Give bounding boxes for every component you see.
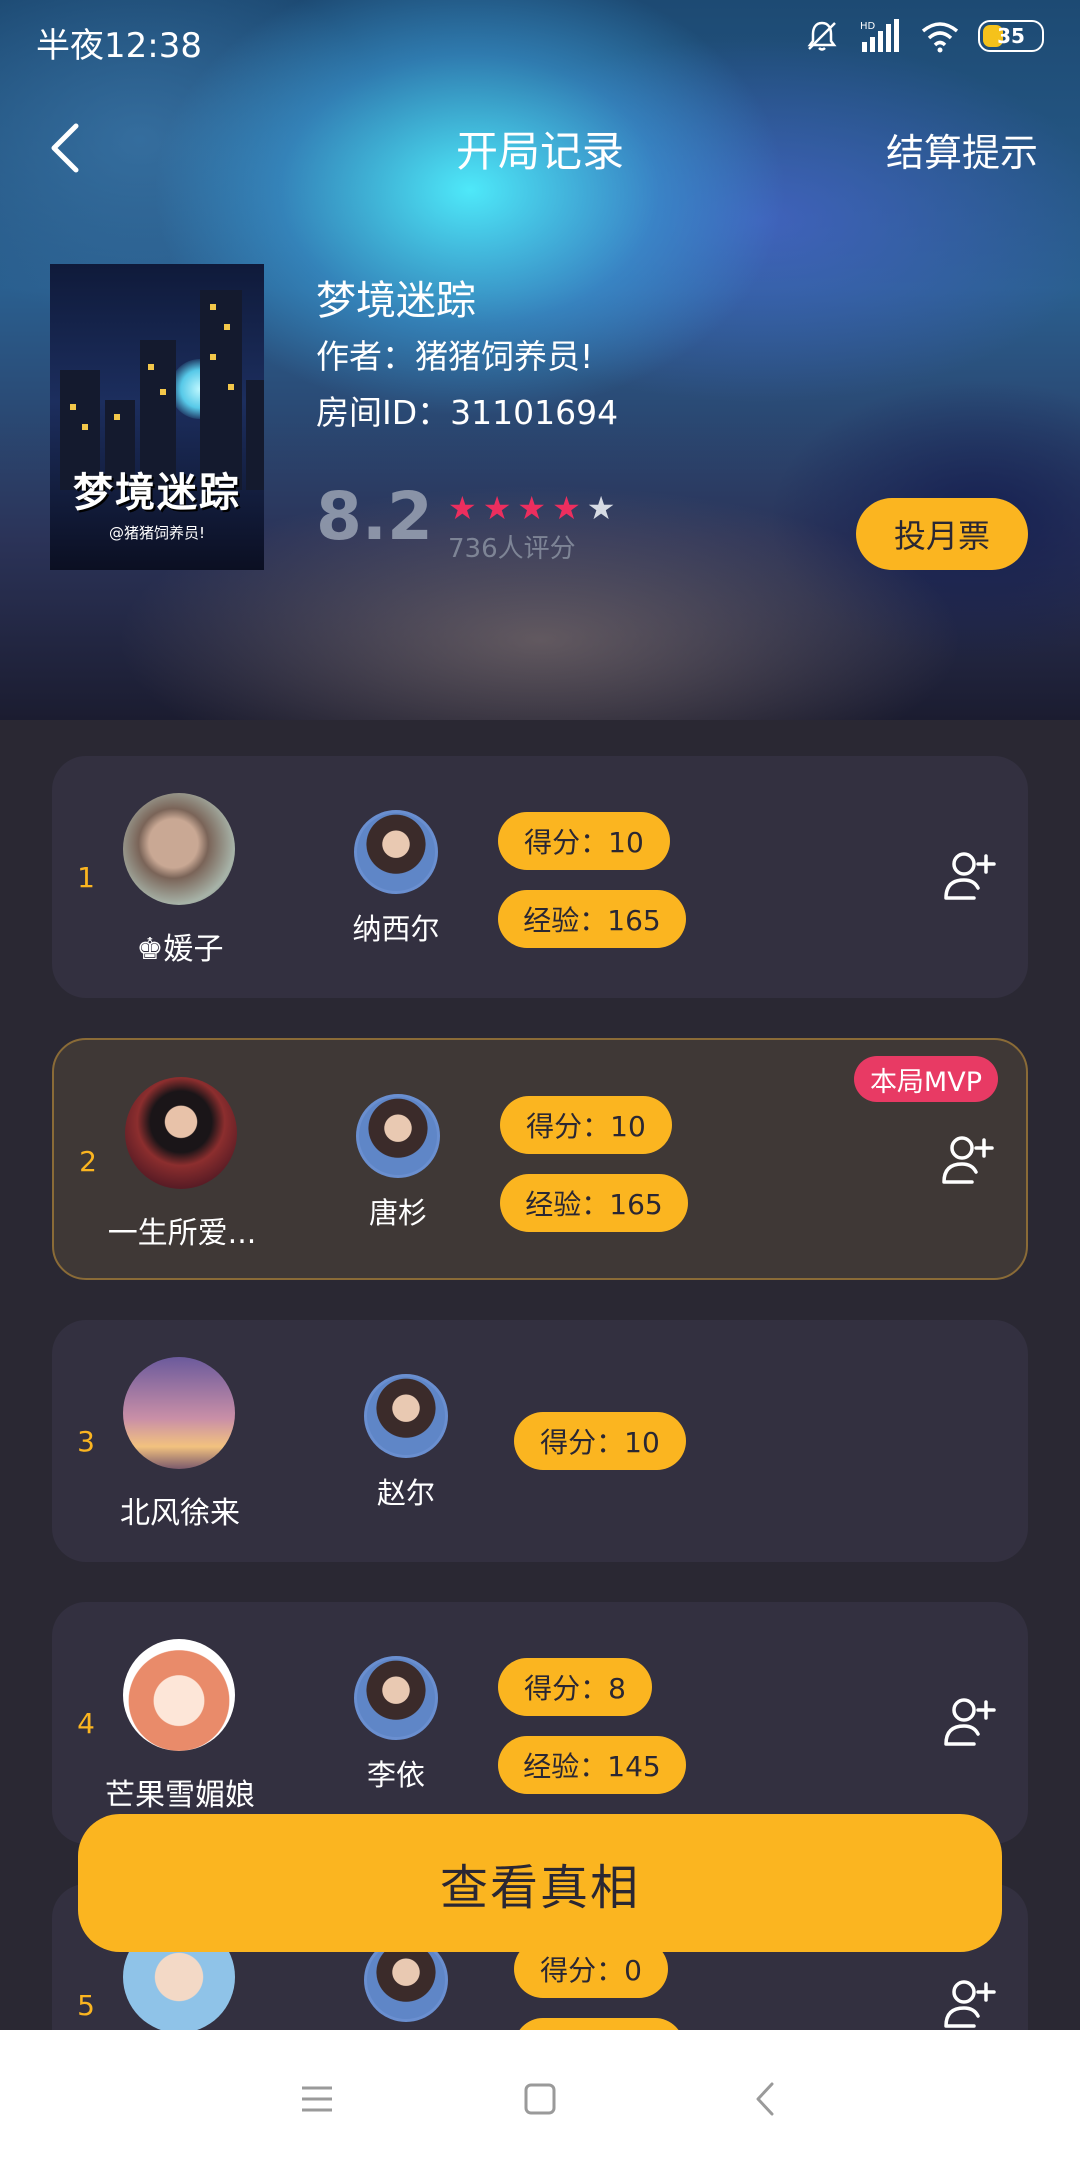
story-author: 作者：猪猪饲养员! (316, 337, 594, 376)
top-nav: 开局记录 结算提示 (0, 110, 1080, 180)
character-name: 李依 (366, 1758, 425, 1792)
add-friend-icon[interactable] (938, 1130, 998, 1190)
room-id: 房间ID：31101694 (316, 393, 619, 432)
player-card: 1 ♚媛子 纳西尔 得分：10 经验：165 (52, 756, 1028, 998)
svg-text:HD: HD (860, 21, 876, 32)
cover-author: @猪猪饲养员! (108, 524, 205, 542)
rating-count: 736人评分 (448, 534, 576, 564)
star-icon: ★ (552, 489, 581, 527)
score-pill: 得分：10 (500, 1096, 672, 1154)
back-icon[interactable] (742, 2074, 792, 2124)
rank-number: 3 (77, 1425, 95, 1458)
add-friend-icon[interactable] (940, 1692, 1000, 1752)
player-name: 一生所爱... (107, 1216, 257, 1251)
status-bar: 半夜12:38 HD 35 (0, 0, 1080, 76)
character-avatar (354, 1656, 438, 1740)
add-friend-icon[interactable] (940, 846, 1000, 906)
player-avatar[interactable] (123, 793, 235, 905)
cover-title: 梦境迷踪 (73, 470, 241, 516)
player-avatar[interactable] (123, 1639, 235, 1751)
story-header: 半夜12:38 HD 35 开局记录 结算提示 梦境迷踪 @猪猪饲养员! 梦境迷… (0, 0, 1080, 720)
score-pill: 得分：10 (514, 1412, 686, 1470)
exp-pill: 经验：145 (498, 1736, 686, 1794)
player-name: 芒果雪媚娘 (105, 1778, 255, 1813)
wifi-icon (921, 22, 959, 53)
home-icon[interactable] (515, 2074, 565, 2124)
exp-pill: 经验：165 (500, 1174, 688, 1232)
character-avatar (354, 810, 438, 894)
character-name: 唐杉 (368, 1196, 427, 1230)
mute-bell-icon (807, 21, 837, 51)
score-pill: 得分：8 (498, 1658, 652, 1716)
story-title: 梦境迷踪 (316, 278, 476, 324)
battery-icon: 35 (978, 20, 1044, 52)
menu-icon[interactable] (292, 2074, 342, 2124)
add-friend-icon[interactable] (940, 1974, 1000, 2030)
player-card: 4 芒果雪媚娘 李依 得分：8 经验：145 (52, 1602, 1028, 1844)
story-cover: 梦境迷踪 @猪猪饲养员! (50, 264, 264, 570)
character-avatar (364, 1374, 448, 1458)
rating-stars: ★ ★ ★ ★ ★ (448, 490, 615, 526)
character-avatar (356, 1094, 440, 1178)
star-icon: ★ (517, 489, 547, 527)
mvp-badge: 本局MVP (853, 1056, 998, 1102)
settlement-tips-button[interactable]: 结算提示 (886, 122, 1038, 177)
view-truth-button[interactable]: 查看真相 (78, 1814, 1002, 1952)
status-time: 半夜12:38 (36, 26, 202, 66)
star-icon: ★ (482, 489, 512, 527)
rank-number: 2 (79, 1145, 97, 1178)
score-pill: 得分：10 (498, 812, 670, 870)
character-name: 纳西尔 (352, 912, 440, 946)
player-avatar[interactable] (123, 1357, 235, 1469)
rank-number: 1 (77, 861, 95, 894)
story-score: 8.2 (316, 478, 433, 555)
exp-pill: 经验：165 (498, 890, 686, 948)
battery-percent: 35 (997, 24, 1025, 48)
status-icons: HD 35 (804, 18, 1044, 54)
star-icon: ★ (448, 489, 477, 527)
player-name: 北风徐来 (120, 1496, 240, 1531)
character-name: 赵尔 (376, 1476, 435, 1510)
exp-pill (514, 2018, 684, 2030)
star-icon: ★ (586, 489, 616, 527)
signal-icon: HD (860, 19, 899, 52)
rank-number: 4 (77, 1707, 95, 1740)
player-avatar[interactable] (125, 1077, 237, 1189)
rank-number: 5 (77, 1989, 95, 2022)
system-nav-bar (0, 2030, 1080, 2160)
monthly-vote-button[interactable]: 投月票 (856, 498, 1028, 570)
story-info: 梦境迷踪 作者：猪猪饲养员! 房间ID：31101694 (316, 268, 618, 432)
player-name: ♚媛子 (136, 932, 224, 967)
player-card: 3 北风徐来 赵尔 得分：10 (52, 1320, 1028, 1562)
player-card-mvp: 本局MVP 2 一生所爱... 唐杉 得分：10 经验：165 (52, 1038, 1028, 1280)
